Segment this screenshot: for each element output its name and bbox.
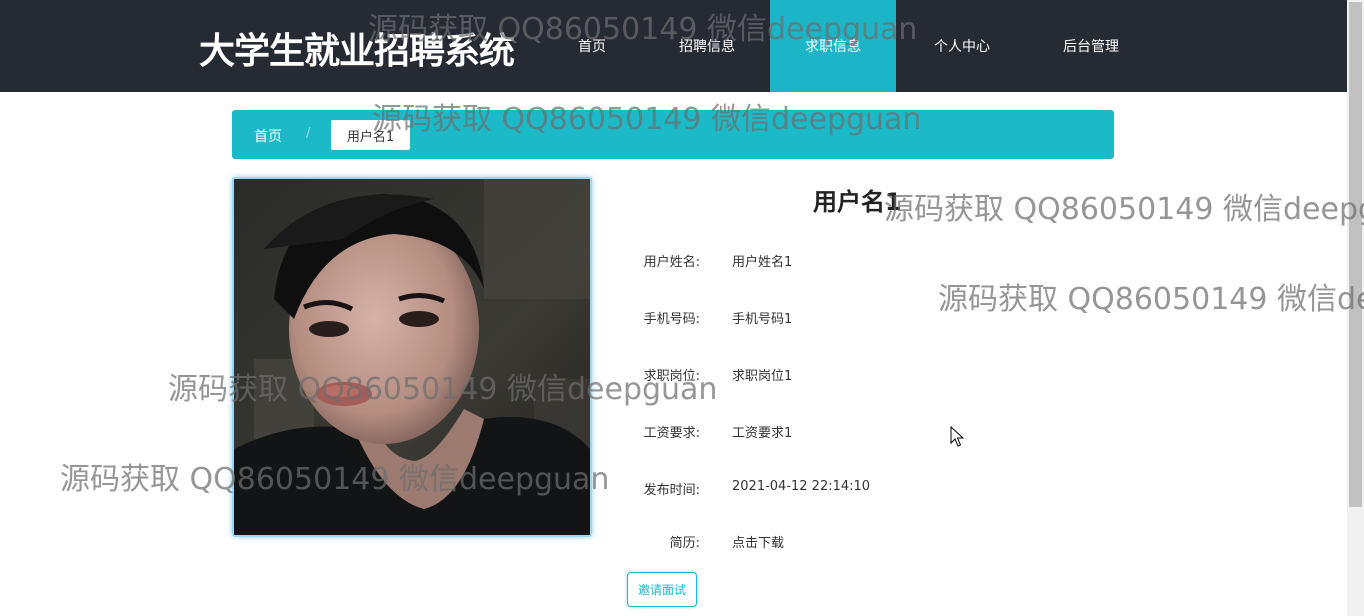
scrollbar[interactable] [1347, 0, 1364, 616]
breadcrumb-home-link[interactable]: 首页 [254, 126, 282, 146]
breadcrumb-separator: / [306, 126, 311, 141]
invite-interview-button[interactable]: 邀请面试 [627, 572, 697, 607]
nav-admin[interactable]: 后台管理 [1046, 0, 1136, 92]
nav-personal-center[interactable]: 个人中心 [917, 0, 1007, 92]
watermark-text: 源码获取 QQ86050149 微信de [938, 282, 1364, 317]
watermark-text: 源码获取 QQ86050149 微信deepg [884, 192, 1364, 227]
field-label-position: 求职岗位: [643, 369, 700, 384]
nav-job-postings[interactable]: 招聘信息 [664, 0, 750, 92]
field-label-phone: 手机号码: [643, 312, 700, 327]
detail-title: 用户名1 [813, 188, 902, 216]
profile-photo-illustration [234, 179, 590, 535]
site-title: 大学生就业招聘系统 [199, 31, 515, 72]
top-navbar: 大学生就业招聘系统 首页 招聘信息 求职信息 个人中心 后台管理 [0, 0, 1364, 92]
field-label-username: 用户姓名: [643, 255, 700, 270]
breadcrumb: 首页 / 用户名1 [232, 110, 1114, 159]
field-value-position: 求职岗位1 [732, 369, 793, 384]
field-label-resume: 简历: [669, 536, 700, 551]
nav-home[interactable]: 首页 [555, 0, 629, 92]
field-label-salary: 工资要求: [643, 426, 700, 441]
field-value-salary: 工资要求1 [732, 426, 793, 441]
field-value-username: 用户姓名1 [732, 255, 793, 270]
resume-download-link[interactable]: 点击下载 [732, 532, 784, 551]
field-label-publish-time: 发布时间: [643, 483, 700, 498]
field-value-publish-time: 2021-04-12 22:14:10 [732, 479, 871, 494]
field-value-phone: 手机号码1 [732, 312, 793, 327]
profile-photo [232, 177, 592, 537]
nav-job-seeking[interactable]: 求职信息 [770, 0, 896, 92]
mouse-pointer-icon [950, 426, 964, 447]
scrollbar-thumb[interactable] [1349, 2, 1362, 507]
breadcrumb-current: 用户名1 [331, 120, 410, 150]
